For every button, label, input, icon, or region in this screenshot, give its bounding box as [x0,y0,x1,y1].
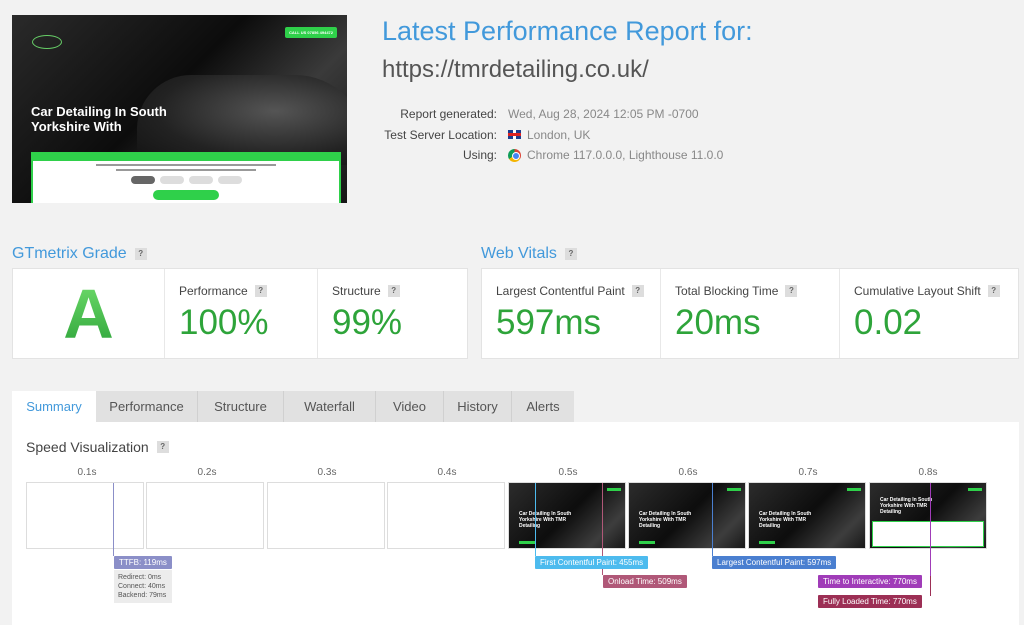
lcp-line [712,483,713,556]
frame-text: Car Detailing In South Yorkshire With TM… [759,511,812,529]
report-tabs: Summary Performance Structure Waterfall … [12,391,574,422]
onload-marker: Onload Time: 509ms [603,575,687,588]
using-label: Using: [462,148,497,163]
filmstrip-frame[interactable] [267,482,385,549]
filmstrip-frame[interactable]: Car Detailing In South Yorkshire With TM… [628,482,746,549]
help-icon[interactable]: ? [564,248,577,260]
time-label: 0.7s [798,467,818,478]
call-button: CALL US 07856 494472 [285,27,337,38]
chrome-icon [508,148,521,162]
help-icon[interactable]: ? [156,441,169,453]
grade-cell: A [13,269,165,358]
cls-metric: Cumulative Layout Shift? 0.02 [839,269,1018,358]
lcp-marker: Largest Contentful Paint: 597ms [712,556,837,569]
structure-value: 99% [332,303,403,342]
tab-waterfall[interactable]: Waterfall [284,391,376,422]
help-icon[interactable]: ? [631,285,644,297]
web-vitals-card: Largest Contentful Paint? 597ms Total Bl… [481,268,1019,359]
report-meta: Report generated: Wed, Aug 28, 2024 12:0… [382,104,723,166]
uk-flag-icon [508,130,521,140]
fully-loaded-marker: Fully Loaded Time: 770ms [818,595,922,608]
report-url[interactable]: https://tmrdetailing.co.uk/ [382,56,649,84]
gtmetrix-grade-title: GTmetrix Grade? [12,245,147,263]
tti-line [930,483,931,576]
generated-label: Report generated: [400,107,497,122]
time-label: 0.6s [678,467,698,478]
ttfb-line [113,483,114,556]
summary-panel: Speed Visualization? 0.1s 0.2s 0.3s 0.4s… [12,422,1019,625]
lcp-value: 597ms [496,303,602,342]
location-value: London, UK [527,127,591,142]
frame-text: Car Detailing In South Yorkshire With TM… [519,511,572,529]
using-value: Chrome 117.0.0.0, Lighthouse 11.0.0 [527,148,724,163]
tbt-metric: Total Blocking Time? 20ms [660,269,839,358]
filmstrip-frame[interactable] [26,482,144,549]
tab-performance[interactable]: Performance [96,391,198,422]
fully-loaded-line [930,576,931,596]
location-label: Test Server Location: [384,127,497,142]
help-icon[interactable]: ? [785,285,798,297]
filmstrip-frame[interactable]: Car Detailing In South Yorkshire With TM… [869,482,987,549]
grade-letter: A [63,274,114,353]
lcp-label: Largest Contentful Paint [496,284,625,298]
lcp-metric: Largest Contentful Paint? 597ms [482,269,660,358]
speed-visualization-title: Speed Visualization? [26,439,169,455]
structure-label: Structure [332,284,381,298]
help-icon[interactable]: ? [387,285,400,297]
fcp-marker: First Contentful Paint: 455ms [535,556,649,569]
help-icon[interactable]: ? [254,285,267,297]
time-label: 0.4s [437,467,457,478]
help-icon[interactable]: ? [134,248,147,260]
screenshot-headline: Car Detailing In South Yorkshire With [31,104,167,134]
frame-consent-banner [872,521,984,547]
fcp-line [535,483,536,556]
filmstrip-frame[interactable] [146,482,264,549]
web-vitals-title: Web Vitals? [481,245,577,263]
tab-history[interactable]: History [444,391,512,422]
time-label: 0.2s [197,467,217,478]
tab-structure[interactable]: Structure [198,391,284,422]
time-label: 0.8s [918,467,938,478]
tbt-value: 20ms [675,303,761,342]
tab-summary[interactable]: Summary [12,391,96,422]
tbt-label: Total Blocking Time [675,284,779,298]
ttfb-detail: Redirect: 0ms Connect: 40ms Backend: 79m… [114,570,172,603]
report-title: Latest Performance Report for: [382,16,753,46]
generated-value: Wed, Aug 28, 2024 12:05 PM -0700 [508,107,699,122]
filmstrip-frame[interactable]: Car Detailing In South Yorkshire With TM… [748,482,866,549]
tab-video[interactable]: Video [376,391,444,422]
ttfb-marker: TTFB: 119ms [114,556,172,569]
performance-label: Performance [179,284,248,298]
time-label: 0.1s [77,467,97,478]
performance-value: 100% [179,303,269,342]
site-logo [32,35,62,49]
structure-metric: Structure? 99% [317,269,467,358]
page-screenshot: CALL US 07856 494472 Car Detailing In So… [12,15,347,203]
cls-label: Cumulative Layout Shift [854,284,981,298]
grade-card: A Performance? 100% Structure? 99% [12,268,468,359]
cls-value: 0.02 [854,303,923,342]
time-label: 0.5s [558,467,578,478]
consent-banner [31,152,341,203]
frame-text: Car Detailing In South Yorkshire With TM… [880,497,933,515]
performance-metric: Performance? 100% [165,269,317,358]
tti-marker: Time to Interactive: 770ms [818,575,922,588]
filmstrip-frame[interactable]: Car Detailing In South Yorkshire With TM… [508,482,626,549]
frame-text: Car Detailing In South Yorkshire With TM… [639,511,692,529]
filmstrip-frame[interactable] [387,482,505,549]
time-label: 0.3s [317,467,337,478]
help-icon[interactable]: ? [987,285,1000,297]
tab-alerts[interactable]: Alerts [512,391,574,422]
